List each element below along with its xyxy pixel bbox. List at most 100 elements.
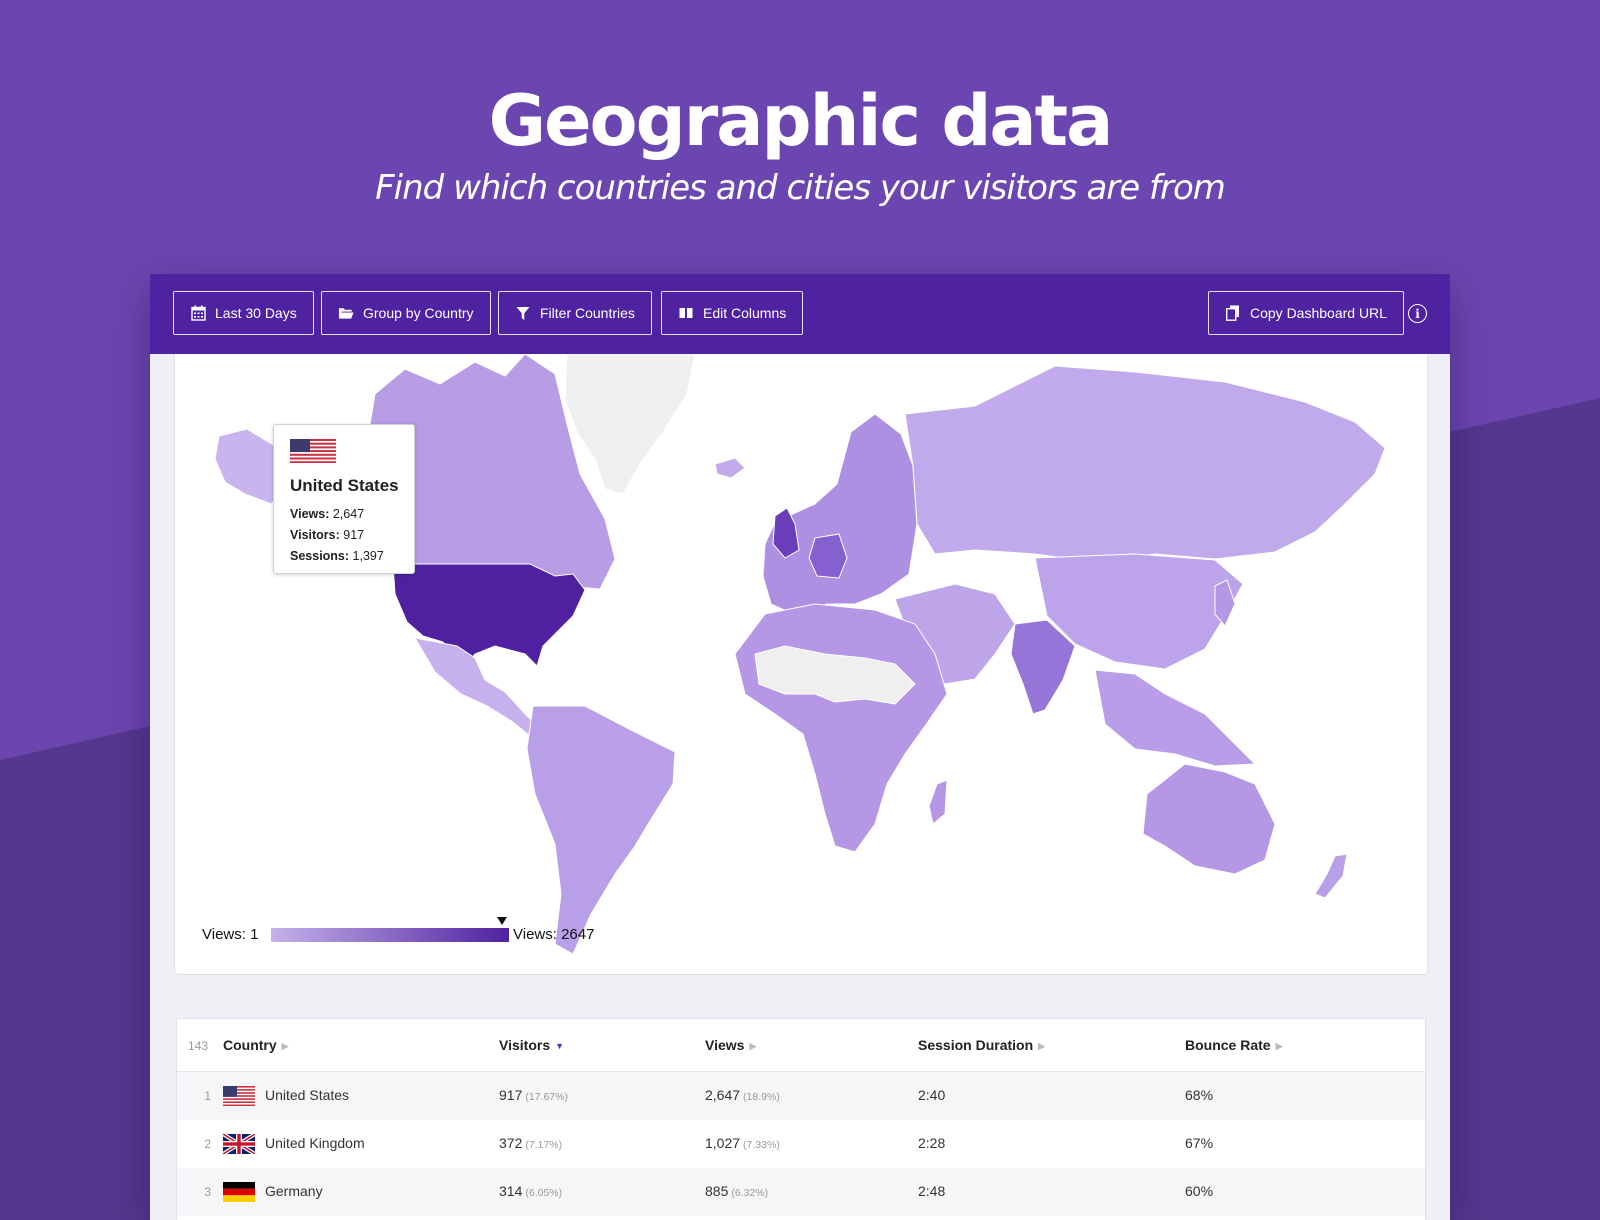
column-header-country[interactable]: Country ▶ [223,1037,289,1053]
column-visitors-label: Visitors [499,1037,551,1053]
column-header-views[interactable]: Views ▶ [705,1037,756,1053]
visitors-cell: 314 (6.05%) [499,1183,562,1199]
column-views-label: Views [705,1037,745,1053]
column-header-session-duration[interactable]: Session Duration ▶ [918,1037,1045,1053]
visitors-value: 314 [499,1183,523,1199]
group-by-button[interactable]: Group by Country [321,291,491,335]
legend-marker [496,917,507,925]
countries-table: 143 Country ▶ Visitors ▼ Views ▶ Session Du… [176,1018,1426,1220]
column-header-bounce-rate[interactable]: Bounce Rate ▶ [1185,1037,1283,1053]
visitors-value: 917 [499,1087,523,1103]
uk-flag-icon [223,1134,255,1154]
views-cell: 885 (6.32%) [705,1183,768,1199]
tooltip-sessions: Sessions: 1,397 [290,546,414,567]
visitors-cell: 917 (17.67%) [499,1087,568,1103]
views-cell: 1,027 (7.33%) [705,1135,780,1151]
bounce-rate-cell: 67% [1185,1135,1214,1151]
tooltip-country: United States [290,476,399,495]
toolbar: Last 30 Days Group by Country Filter Cou… [150,274,1450,354]
views-value: 2,647 [705,1087,741,1103]
hero-subtitle: Find which countries and cities your vis… [375,168,1226,208]
map-region-iceland [714,457,746,479]
table-row[interactable]: 2 United Kingdom 372 (7.17%) 1,027 (7.33%)… [177,1120,1425,1168]
row-rank: 1 [204,1089,211,1103]
sort-icon: ▶ [749,1041,757,1051]
bounce-rate-cell: 60% [1185,1183,1214,1199]
views-value: 1,027 [705,1135,741,1151]
visitors-cell: 372 (7.17%) [499,1135,562,1151]
bounce-rate-cell: 68% [1185,1087,1214,1103]
country-name: United States [265,1087,350,1103]
filter-button[interactable]: Filter Countries [498,291,652,335]
row-count: 143 [188,1039,209,1053]
session-duration-cell: 2:28 [918,1135,946,1151]
visitors-value: 372 [499,1135,523,1151]
calendar-icon [190,305,206,321]
map-region-greenland [564,354,696,495]
copy-icon [1225,305,1241,321]
map-region-germany [808,533,848,579]
hero-title: Geographic data [488,80,1114,162]
info-icon[interactable]: i [1408,304,1427,323]
legend-max-label: Views: 2647 [513,926,595,943]
copy-dashboard-url-button[interactable]: Copy Dashboard URL [1208,291,1404,335]
world-map-card: United States Views: 2,647 Visitors: 917… [174,354,1428,975]
map-region-united-states [392,563,586,673]
sort-icon: ▶ [1275,1041,1283,1051]
edit-columns-label: Edit Columns [703,305,787,321]
date-range-label: Last 30 Days [215,305,297,321]
session-duration-cell: 2:40 [918,1087,946,1103]
folder-icon [338,305,354,321]
date-range-button[interactable]: Last 30 Days [173,291,314,335]
filter-icon [515,305,531,321]
map-region-africa [734,603,948,853]
country-name: Germany [265,1183,323,1199]
table-header: 143 Country ▶ Visitors ▼ Views ▶ Session Du… [177,1019,1425,1072]
tooltip-views-label: Views: [290,507,330,521]
dashboard-window: Last 30 Days Group by Country Filter Cou… [150,274,1450,1220]
edit-columns-button[interactable]: Edit Columns [661,291,804,335]
sort-desc-icon: ▼ [555,1041,565,1051]
views-percent: (6.32%) [731,1187,769,1199]
column-session-duration-label: Session Duration [918,1037,1034,1053]
row-rank: 3 [204,1185,211,1199]
column-header-visitors[interactable]: Visitors ▼ [499,1037,564,1053]
us-flag-icon [290,439,336,463]
tooltip-visitors-value: 917 [343,528,365,542]
map-region-south-america [526,705,676,955]
visitors-percent: (6.05%) [525,1187,563,1199]
germany-flag-icon [223,1182,255,1202]
filter-label: Filter Countries [540,305,635,321]
sort-icon: ▶ [281,1041,289,1051]
map-region-southeast-asia [1094,669,1257,767]
map-region-australia [1142,763,1276,875]
us-flag-icon [223,1086,255,1106]
views-percent: (7.33%) [743,1139,780,1151]
legend-gradient-bar [271,928,509,942]
map-region-alaska [214,428,282,505]
map-region-madagascar [928,779,948,825]
visitors-percent: (7.17%) [525,1139,563,1151]
group-by-label: Group by Country [363,305,474,321]
views-value: 885 [705,1183,729,1199]
row-rank: 2 [204,1137,211,1151]
column-bounce-rate-label: Bounce Rate [1185,1037,1271,1053]
table-row[interactable]: 1 United States 917 (17.67%) 2,647 (18.9%)… [177,1072,1425,1120]
views-percent: (18.9%) [743,1091,780,1103]
map-tooltip: United States Views: 2,647 Visitors: 917… [273,424,415,574]
map-region-russia [904,365,1386,563]
tooltip-views-value: 2,647 [332,507,365,521]
visitors-percent: (17.67%) [525,1091,568,1103]
views-cell: 2,647 (18.9%) [705,1087,780,1103]
tooltip-views: Views: 2,647 [290,504,414,525]
sort-icon: ▶ [1038,1041,1046,1051]
session-duration-cell: 2:48 [918,1183,946,1199]
tooltip-visitors-label: Visitors: [290,528,340,542]
column-country-label: Country [223,1037,277,1053]
table-row[interactable]: 3 Germany 314 (6.05%) 885 (6.32%) 2:48 60% [177,1168,1425,1216]
copy-url-label: Copy Dashboard URL [1250,305,1387,321]
map-region-new-zealand [1314,853,1348,899]
hero-section: Geographic data Find which countries and… [0,78,1600,208]
legend-min-label: Views: 1 [202,926,259,943]
country-name: United Kingdom [265,1135,365,1151]
